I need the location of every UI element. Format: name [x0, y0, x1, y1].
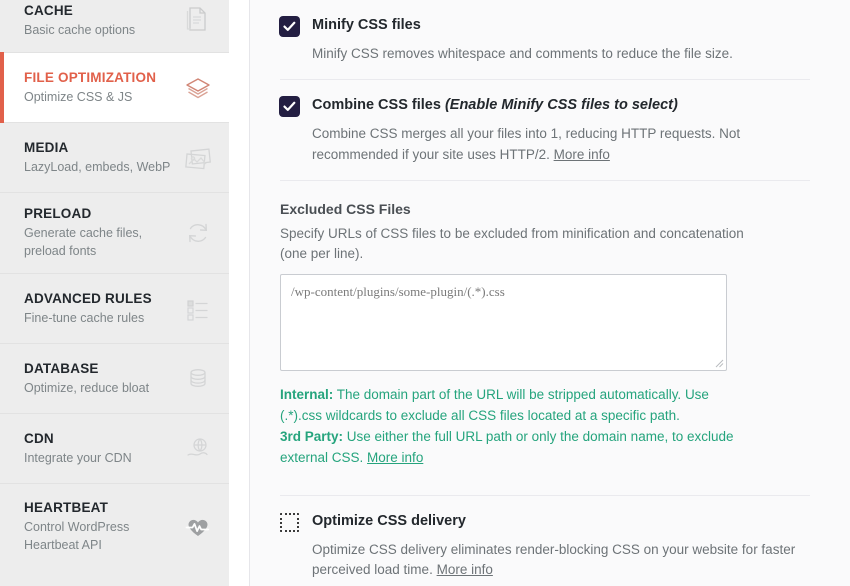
sidebar-item-heartbeat-title: HEARTBEAT	[24, 500, 109, 516]
combine-css-check-line[interactable]: Combine CSS files (Enable Minify CSS fil…	[280, 96, 810, 117]
optimize-css-delivery-description-wrap: Optimize CSS delivery eliminates render-…	[312, 540, 810, 581]
file-optimization-settings-page: CACHE Basic cache options FILE OPTIMIZAT…	[0, 0, 850, 586]
layers-icon	[181, 71, 215, 105]
excluded-css-label: Excluded CSS Files	[280, 200, 411, 217]
sidebar-item-database[interactable]: DATABASE Optimize, reduce bloat	[0, 344, 229, 414]
sidebar-item-media-text: MEDIA LazyLoad, embeds, WebP	[24, 139, 175, 177]
sidebar-item-media-title: MEDIA	[24, 139, 69, 155]
combine-css-description-wrap: Combine CSS merges all your files into 1…	[312, 124, 810, 165]
minify-css-description: Minify CSS removes whitespace and commen…	[312, 46, 733, 61]
excluded-css-description: Specify URLs of CSS files to be excluded…	[280, 225, 744, 261]
sidebar-item-advanced-rules-subtitle: Fine-tune cache rules	[24, 310, 145, 325]
sidebar-item-preload-text: PRELOAD Generate cache files, preload fo…	[24, 205, 175, 261]
sidebar-item-heartbeat-text: HEARTBEAT Control WordPress Heartbeat AP…	[24, 499, 175, 555]
helper-internal-label: Internal:	[280, 387, 334, 403]
sidebar-item-file-optimization-text: FILE OPTIMIZATION Optimize CSS & JS	[24, 69, 175, 107]
combine-css-description: Combine CSS merges all your files into 1…	[312, 126, 741, 162]
sidebar-item-file-optimization-title: FILE OPTIMIZATION	[24, 69, 157, 85]
sidebar-item-cache-subtitle: Basic cache options	[24, 23, 136, 38]
sidebar-item-file-optimization[interactable]: FILE OPTIMIZATION Optimize CSS & JS	[0, 52, 229, 123]
sidebar-item-advanced-rules[interactable]: ADVANCED RULES Fine-tune cache rules	[0, 274, 229, 344]
combine-css-label-wrap: Combine CSS files (Enable Minify CSS fil…	[312, 96, 678, 115]
sidebar-item-preload[interactable]: PRELOAD Generate cache files, preload fo…	[0, 193, 229, 274]
sidebar-item-preload-subtitle: Generate cache files, preload fonts	[24, 226, 143, 259]
refresh-icon	[181, 216, 215, 250]
sidebar-item-cdn-title: CDN	[24, 430, 54, 446]
optimize-css-delivery-checkbox[interactable]	[280, 512, 299, 532]
sidebar-item-database-text: DATABASE Optimize, reduce bloat	[24, 360, 175, 398]
combine-css-label-note: (Enable Minify CSS files to select)	[444, 97, 678, 114]
sidebar-item-cdn-text: CDN Integrate your CDN	[24, 430, 175, 468]
sidebar-item-advanced-rules-title: ADVANCED RULES	[24, 290, 152, 306]
sidebar-item-media-subtitle: LazyLoad, embeds, WebP	[24, 159, 171, 174]
sidebar-item-cache-text: CACHE Basic cache options	[24, 2, 175, 40]
sidebar-item-cdn-subtitle: Integrate your CDN	[24, 450, 132, 465]
optimize-css-delivery-description: Optimize CSS delivery eliminates render-…	[312, 541, 796, 578]
helper-thirdparty-label: 3rd Party:	[280, 429, 344, 445]
images-icon	[181, 141, 215, 175]
sidebar-item-cache-title: CACHE	[24, 3, 74, 18]
minify-css-row: Minify CSS files Minify CSS removes whit…	[262, 0, 828, 79]
settings-sidebar: CACHE Basic cache options FILE OPTIMIZAT…	[0, 0, 229, 586]
sidebar-item-file-optimization-subtitle: Optimize CSS & JS	[24, 89, 133, 104]
excluded-css-helper-text: Internal: The domain part of the URL wil…	[280, 385, 750, 469]
excluded-css-textarea[interactable]	[280, 274, 727, 372]
content-inner: Minify CSS files Minify CSS removes whit…	[262, 0, 828, 586]
sidebar-item-heartbeat[interactable]: HEARTBEAT Control WordPress Heartbeat AP…	[0, 484, 229, 570]
minify-css-label: Minify CSS files	[312, 17, 421, 33]
minify-css-checkbox[interactable]	[280, 17, 299, 36]
combine-css-row: Combine CSS files (Enable Minify CSS fil…	[262, 80, 828, 180]
sidebar-item-preload-title: PRELOAD	[24, 206, 92, 222]
sidebar-item-cdn[interactable]: CDN Integrate your CDN	[0, 414, 229, 484]
optimize-css-delivery-check-line[interactable]: Optimize CSS delivery	[280, 512, 810, 532]
cdn-globe-icon	[181, 432, 215, 466]
document-icon	[181, 2, 215, 36]
database-icon	[181, 362, 215, 396]
heartbeat-icon	[181, 510, 215, 544]
excluded-css-textarea-wrap	[280, 274, 727, 372]
excluded-css-section: Excluded CSS Files Specify URLs of CSS f…	[262, 181, 828, 473]
combine-css-more-info-link[interactable]: More info	[554, 147, 610, 162]
helper-internal-text: The domain part of the URL will be strip…	[280, 387, 709, 424]
optimize-css-delivery-more-info-link[interactable]: More info	[437, 562, 493, 577]
checklist-icon	[181, 292, 215, 326]
excluded-css-more-info-link[interactable]: More info	[367, 450, 423, 465]
sidebar-item-media[interactable]: MEDIA LazyLoad, embeds, WebP	[0, 123, 229, 193]
optimize-css-delivery-row: Optimize CSS delivery Optimize CSS deliv…	[262, 496, 828, 586]
file-optimization-content: Minify CSS files Minify CSS removes whit…	[249, 0, 850, 586]
combine-css-label: Combine CSS files	[312, 97, 441, 114]
combine-css-checkbox[interactable]	[280, 97, 299, 117]
optimize-css-delivery-label: Optimize CSS delivery	[312, 512, 466, 529]
sidebar-item-database-subtitle: Optimize, reduce bloat	[24, 380, 150, 395]
sidebar-item-cache[interactable]: CACHE Basic cache options	[0, 0, 229, 52]
minify-css-check-line[interactable]: Minify CSS files	[280, 16, 810, 36]
helper-thirdparty-text: Use either the full URL path or only the…	[280, 429, 734, 466]
sidebar-item-database-title: DATABASE	[24, 360, 99, 376]
panel-gap	[229, 0, 249, 586]
sidebar-item-heartbeat-subtitle: Control WordPress Heartbeat API	[24, 520, 130, 553]
sidebar-item-advanced-rules-text: ADVANCED RULES Fine-tune cache rules	[24, 290, 175, 328]
